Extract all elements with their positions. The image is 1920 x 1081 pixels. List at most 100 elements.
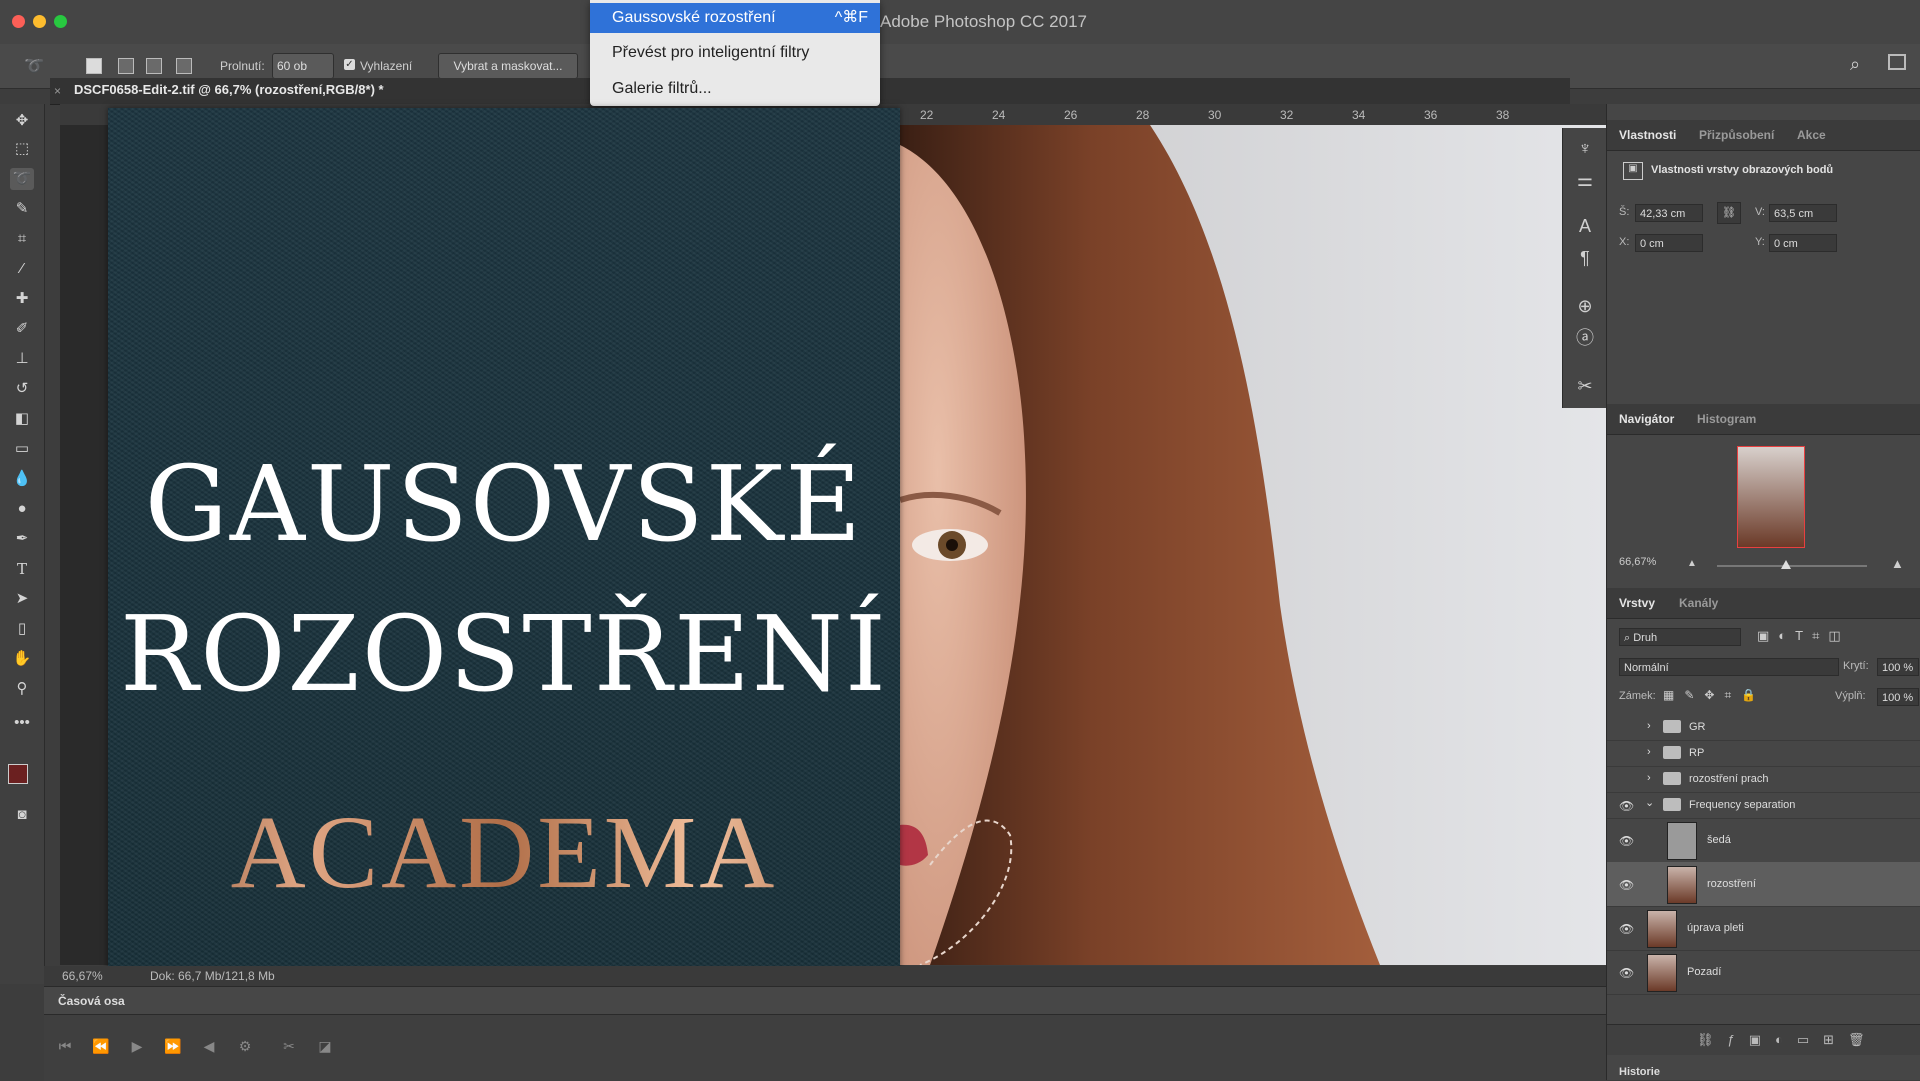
lasso-tool-preset-icon[interactable]: ➰ — [24, 56, 44, 76]
layer-filter-icons[interactable]: ▣◐T⌗◫ — [1757, 628, 1850, 644]
lasso-tool-icon[interactable]: ➰ — [10, 168, 34, 190]
quick-selection-tool-icon[interactable]: ✎ — [10, 198, 34, 220]
expand-icon[interactable]: › — [1647, 720, 1651, 732]
document-tab[interactable]: DSCF0658-Edit-2.tif @ 66,7% (rozostření,… — [74, 82, 384, 97]
layer-row[interactable]: 👁 ⌄ Frequency separation — [1607, 792, 1920, 819]
lock-icons[interactable]: ▦✎✥⌗🔒 — [1663, 688, 1766, 703]
clone-source-icon[interactable]: ⊕ — [1573, 294, 1597, 318]
search-icon[interactable]: ⌕ — [1850, 54, 1860, 75]
width-field[interactable]: 42,33 cm — [1635, 204, 1703, 222]
menu-item-gaussian-blur[interactable]: Gaussovské rozostření ^⌘F — [590, 3, 880, 33]
select-and-mask-button[interactable]: Vybrat a maskovat... — [438, 53, 578, 79]
layer-filter-select[interactable]: ⌕ Druh — [1619, 628, 1741, 646]
path-selection-tool-icon[interactable]: ➤ — [10, 588, 34, 610]
type-tool-icon[interactable]: T — [10, 558, 34, 580]
link-icon[interactable]: ⛓ — [1717, 202, 1741, 224]
expand-icon[interactable]: › — [1647, 746, 1651, 758]
play-icon[interactable]: ▶ — [126, 1035, 148, 1057]
paragraph-icon[interactable]: ¶ — [1573, 246, 1597, 270]
transition-icon[interactable]: ◪ — [314, 1035, 336, 1057]
more-tools-icon[interactable]: ••• — [10, 712, 34, 734]
tab-actions[interactable]: Akce — [1797, 128, 1826, 142]
zoom-slider[interactable] — [1717, 565, 1867, 567]
fill-field[interactable]: 100 % — [1877, 688, 1919, 706]
quick-mask-icon[interactable]: ◙ — [10, 804, 34, 826]
glyphs-icon[interactable]: ⓐ — [1573, 326, 1597, 350]
opacity-field[interactable]: 100 % — [1877, 658, 1919, 676]
eyedropper-tool-icon[interactable]: ⁄ — [10, 258, 34, 280]
navigator-preview[interactable] — [1737, 446, 1805, 548]
eye-icon[interactable]: 👁 — [1619, 966, 1635, 980]
layer-actions-icons[interactable]: ⛓ƒ▣◐▭⊞🗑 — [1697, 1032, 1879, 1048]
minimize-window-button[interactable] — [33, 15, 46, 28]
history-title[interactable]: Historie — [1619, 1066, 1660, 1078]
zoom-window-button[interactable] — [54, 15, 67, 28]
y-field[interactable]: 0 cm — [1769, 234, 1837, 252]
healing-brush-tool-icon[interactable]: ✚ — [10, 288, 34, 310]
marquee-tool-icon[interactable]: ⬚ — [10, 138, 34, 160]
tab-navigator[interactable]: Navigátor — [1619, 412, 1674, 426]
document-info[interactable]: Dok: 66,7 Mb/121,8 Mb — [150, 969, 275, 983]
portrait-photo[interactable] — [900, 125, 1606, 965]
settings-gear-icon[interactable]: ⚙ — [234, 1035, 256, 1057]
layer-row[interactable]: 👁 Pozadí — [1607, 950, 1920, 995]
zoom-in-icon[interactable]: ▲ — [1891, 556, 1904, 571]
character-icon[interactable]: A — [1573, 214, 1597, 238]
workspace-icon[interactable] — [1888, 54, 1906, 70]
eye-icon[interactable]: 👁 — [1619, 878, 1635, 892]
layer-row[interactable]: › RP — [1607, 740, 1920, 767]
menu-item-filter-gallery[interactable]: Galerie filtrů... — [590, 74, 880, 104]
layer-row-selected[interactable]: 👁 rozostření — [1607, 862, 1920, 907]
clone-stamp-tool-icon[interactable]: ⊥ — [10, 348, 34, 370]
layer-row[interactable]: › rozostření prach — [1607, 766, 1920, 793]
tool-presets-icon[interactable]: ✂ — [1573, 374, 1597, 398]
rectangle-tool-icon[interactable]: ▯ — [10, 618, 34, 640]
blur-tool-icon[interactable]: 💧 — [10, 468, 34, 490]
first-frame-icon[interactable]: ⏮ — [54, 1035, 76, 1057]
layer-row[interactable]: 👁 šedá — [1607, 818, 1920, 863]
brush-preset-icon[interactable]: ♆ — [1573, 136, 1597, 160]
adjustments-icon[interactable]: ⚌ — [1573, 168, 1597, 192]
intersect-selection-icon[interactable] — [176, 58, 192, 74]
tab-channels[interactable]: Kanály — [1679, 596, 1718, 610]
close-tab-icon[interactable]: × — [54, 84, 61, 98]
layer-row[interactable]: › GR — [1607, 714, 1920, 741]
menu-item-convert-smart-filters[interactable]: Převést pro inteligentní filtry — [590, 38, 880, 68]
antialias-checkbox[interactable]: ✓ — [344, 59, 355, 70]
layer-row[interactable]: 👁 úprava pleti — [1607, 906, 1920, 951]
eye-icon[interactable]: 👁 — [1619, 922, 1635, 936]
feather-input[interactable]: 60 ob — [272, 53, 334, 79]
hand-tool-icon[interactable]: ✋ — [10, 648, 34, 670]
expand-icon[interactable]: › — [1647, 772, 1651, 784]
tab-adjustments[interactable]: Přizpůsobení — [1699, 128, 1774, 142]
move-tool-icon[interactable]: ✥ — [10, 110, 34, 132]
height-field[interactable]: 63,5 cm — [1769, 204, 1837, 222]
collapse-icon[interactable]: ⌄ — [1645, 796, 1654, 809]
foreground-color-swatch[interactable] — [8, 764, 28, 784]
pen-tool-icon[interactable]: ✒ — [10, 528, 34, 550]
split-icon[interactable]: ✂ — [278, 1035, 300, 1057]
zoom-out-icon[interactable]: ▲ — [1687, 558, 1697, 569]
audio-icon[interactable]: ◀ — [198, 1035, 220, 1057]
timeline-title[interactable]: Časová osa — [58, 994, 125, 1008]
tab-properties[interactable]: Vlastnosti — [1619, 128, 1676, 142]
close-window-button[interactable] — [12, 15, 25, 28]
previous-frame-icon[interactable]: ⏪ — [90, 1035, 112, 1057]
gradient-tool-icon[interactable]: ▭ — [10, 438, 34, 460]
zoom-slider-handle[interactable] — [1781, 560, 1791, 569]
brush-tool-icon[interactable]: ✐ — [10, 318, 34, 340]
new-selection-icon[interactable] — [86, 58, 102, 74]
zoom-level[interactable]: 66,67% — [62, 969, 103, 983]
blend-mode-select[interactable]: Normální — [1619, 658, 1839, 676]
add-selection-icon[interactable] — [118, 58, 134, 74]
tab-layers[interactable]: Vrstvy — [1619, 596, 1655, 610]
x-field[interactable]: 0 cm — [1635, 234, 1703, 252]
history-brush-tool-icon[interactable]: ↺ — [10, 378, 34, 400]
navigator-zoom[interactable]: 66,67% — [1619, 556, 1656, 568]
dodge-tool-icon[interactable]: ● — [10, 498, 34, 520]
eye-icon[interactable]: 👁 — [1619, 834, 1635, 848]
next-frame-icon[interactable]: ⏩ — [162, 1035, 184, 1057]
eraser-tool-icon[interactable]: ◧ — [10, 408, 34, 430]
subtract-selection-icon[interactable] — [146, 58, 162, 74]
crop-tool-icon[interactable]: ⌗ — [10, 228, 34, 250]
